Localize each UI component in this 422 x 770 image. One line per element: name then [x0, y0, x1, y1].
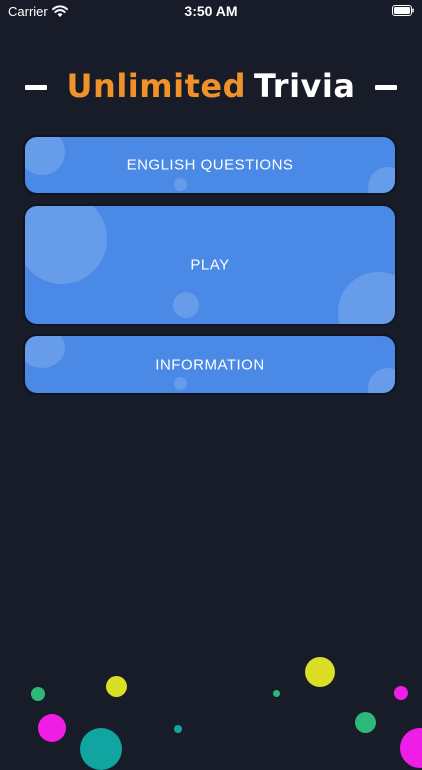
- decor-dot-magenta: [394, 686, 408, 700]
- status-time: 3:50 AM: [184, 3, 238, 19]
- decor-dot-teal: [174, 725, 182, 733]
- english-questions-label: ENGLISH QUESTIONS: [126, 156, 294, 174]
- status-bar: Carrier 3:50 AM: [0, 0, 422, 24]
- app-title: Unlimited Trivia: [0, 67, 422, 105]
- button-bubble: [338, 272, 395, 324]
- decor-dot-green: [355, 712, 376, 733]
- button-bubble: [173, 292, 199, 318]
- button-bubble: [174, 377, 187, 390]
- title-unlimited: Unlimited: [66, 67, 246, 105]
- decor-dot-magenta: [38, 714, 66, 742]
- decor-dot-yellow: [305, 657, 335, 687]
- app-title-row: Unlimited Trivia: [0, 62, 422, 112]
- decor-dot-green: [273, 690, 280, 697]
- information-label: INFORMATION: [155, 356, 265, 373]
- english-questions-button[interactable]: ENGLISH QUESTIONS: [23, 135, 397, 195]
- play-label: PLAY: [190, 256, 230, 274]
- play-button[interactable]: PLAY: [23, 204, 397, 326]
- decor-dot-magenta: [400, 728, 422, 768]
- information-button[interactable]: INFORMATION: [23, 334, 397, 395]
- title-dash-right: [375, 85, 397, 90]
- decor-dot-green: [31, 687, 45, 701]
- battery-icon: [392, 5, 414, 16]
- decor-dot-yellow: [106, 676, 127, 697]
- title-trivia: Trivia: [253, 67, 356, 105]
- decor-dot-teal: [80, 728, 122, 770]
- button-bubble: [174, 178, 187, 191]
